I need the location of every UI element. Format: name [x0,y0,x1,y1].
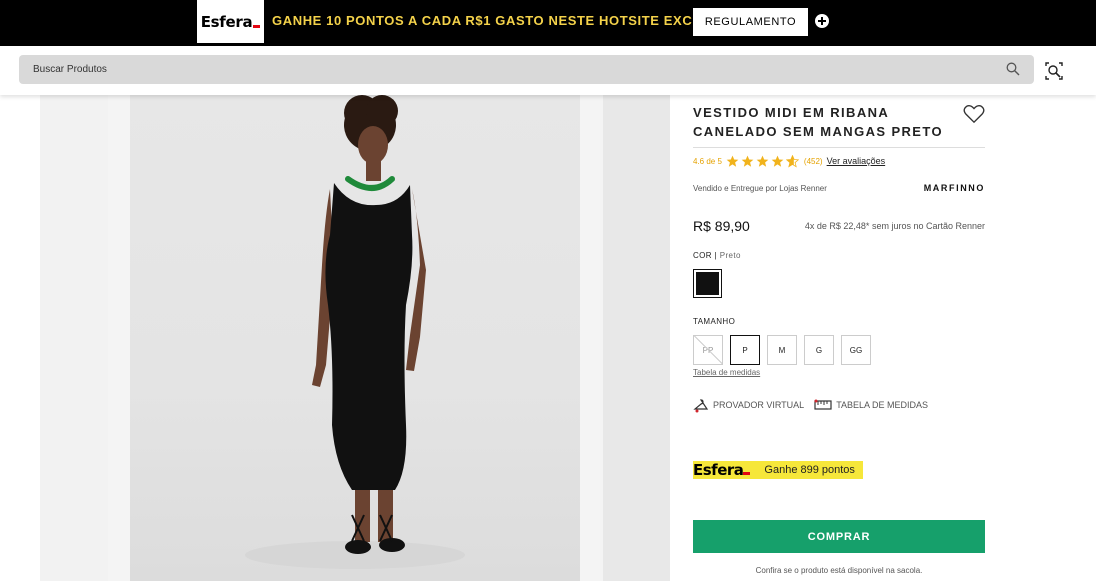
product-info: VESTIDO MIDI EM RIBANA CANELADO SEM MANG… [693,95,985,581]
divider [693,147,985,148]
product-image[interactable] [130,95,580,581]
esfera-logo-text: Esfera [200,12,253,31]
brand-logo[interactable]: MARFINNO [924,183,985,193]
esfera-logo[interactable]: Esfera [197,0,264,43]
size-option[interactable]: M [767,335,797,365]
search-input[interactable]: Buscar Produtos [19,55,1034,84]
color-label: COR | Preto [693,251,741,260]
virtual-fitting-button[interactable]: PROVADOR VIRTUAL [693,397,804,413]
bag-note: Confira se o produto está disponível na … [755,566,923,575]
half-star-icon [785,154,799,168]
size-selector: PP P M G GG [693,335,878,365]
plus-icon[interactable] [815,14,829,28]
promo-text: GANHE 10 PONTOS A CADA R$1 GASTO NESTE H… [272,13,745,28]
search-placeholder: Buscar Produtos [33,64,107,75]
esfera-logo-text: Esfera [693,461,744,479]
star-icon [741,155,754,167]
ruler-icon [814,399,832,410]
search-icon[interactable] [1006,62,1020,76]
color-label-text: COR [693,251,712,260]
color-swatch-fill [696,272,719,295]
product-title: VESTIDO MIDI EM RIBANA CANELADO SEM MANG… [693,105,943,139]
heart-icon[interactable] [963,104,985,124]
regulation-button[interactable]: REGULAMENTO [693,8,808,36]
star-icon [726,155,739,167]
size-option[interactable]: PP [693,335,723,365]
color-swatch[interactable] [693,269,722,298]
virtual-fitting-label: PROVADOR VIRTUAL [713,400,805,410]
review-count: (452) [803,156,823,166]
tools-row: PROVADOR VIRTUAL TABELA DE MEDIDAS [693,397,938,413]
points-text: Ganhe 899 pontos [752,461,863,479]
color-value: Preto [719,251,741,260]
reviews-link[interactable]: Ver avaliações [827,156,886,166]
rating: 4.6 de 5 (452) Ver avaliações [693,153,885,169]
size-option[interactable]: G [804,335,834,365]
star-icon [756,155,769,167]
promo-banner: Esfera GANHE 10 PONTOS A CADA R$1 GASTO … [0,0,1096,46]
measures-link[interactable]: Tabela de medidas [693,368,760,377]
rating-text: 4.6 de 5 [693,156,722,166]
measures-table-label: TABELA DE MEDIDAS [836,400,929,410]
buy-button[interactable]: COMPRAR [693,520,985,553]
image-search-icon[interactable] [1044,61,1064,81]
esfera-logo: Esfera [693,461,757,479]
seller-info: Vendido e Entregue por Lojas Renner [693,184,827,193]
star-rating [726,154,801,168]
esfera-logo-mark [743,472,751,475]
price: R$ 89,90 [693,218,750,234]
measures-table-button[interactable]: TABELA DE MEDIDAS [814,399,928,411]
next-image[interactable] [603,95,670,581]
hanger-icon [693,399,709,413]
star-icon [771,155,784,167]
previous-image[interactable] [40,95,108,581]
model-illustration [245,95,465,569]
installments: 4x de R$ 22,48* sem juros no Cartão Renn… [804,221,985,231]
size-option[interactable]: GG [841,335,871,365]
esfera-logo-mark [253,24,261,28]
size-label: TAMANHO [693,317,736,326]
esfera-points: Esfera Ganhe 899 pontos [693,459,863,481]
size-option[interactable]: P [730,335,760,365]
search-bar: Buscar Produtos [0,46,1096,95]
